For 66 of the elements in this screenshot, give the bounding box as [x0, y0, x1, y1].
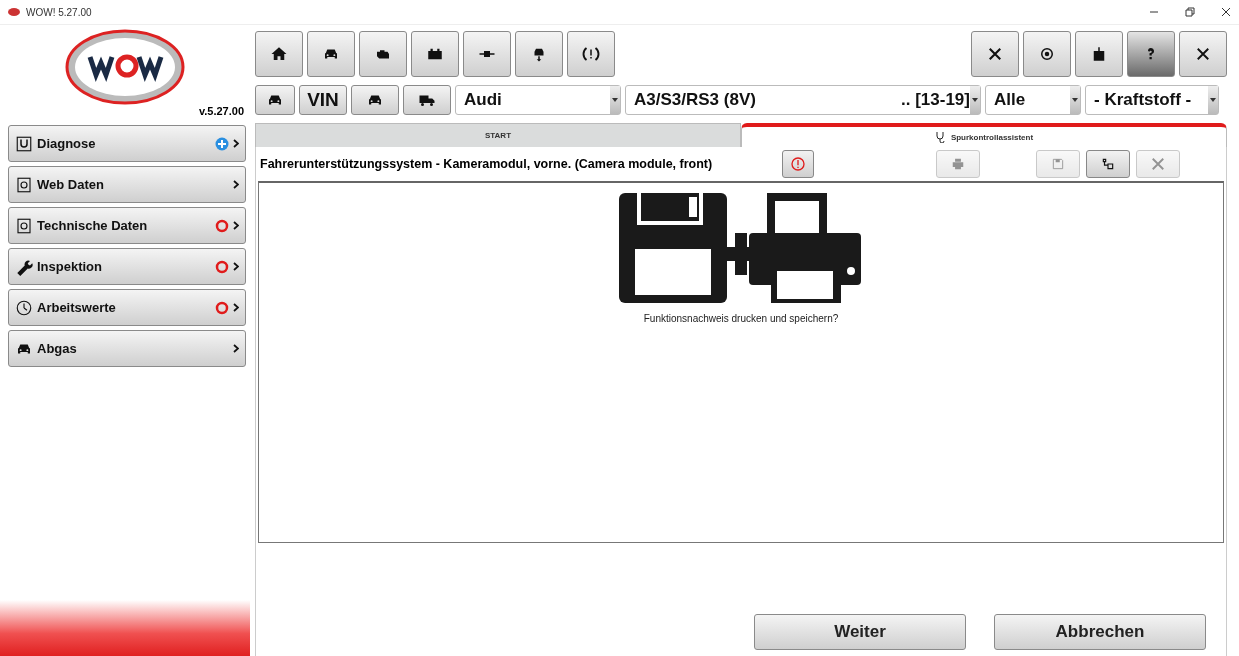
vin-button[interactable]: VIN: [299, 85, 347, 115]
ring-icon: [215, 300, 229, 315]
restore-icon[interactable]: [1185, 7, 1195, 17]
document-icon: [15, 175, 33, 194]
app-icon: [8, 8, 20, 16]
sensor-icon: [1038, 45, 1056, 63]
dialog-button[interactable]: Abbrechen: [994, 614, 1206, 650]
window-title: WOW! 5.27.00: [26, 6, 92, 18]
caret-icon: [1072, 98, 1078, 102]
sidebar-item[interactable]: Arbeitswerte: [8, 289, 246, 326]
vehicle-button[interactable]: [403, 85, 451, 115]
toolbar-button[interactable]: [307, 31, 355, 77]
action-button[interactable]: [782, 150, 815, 178]
version-label: v.5.27.00: [198, 105, 244, 117]
panel-title: Fahrerunterstützungssystem - Kameramodul, vorne. (Camera module, front): [260, 157, 713, 171]
chevron-icon: [233, 221, 239, 230]
floppy-icon: [1051, 157, 1066, 171]
toolbar-button[interactable]: [1075, 31, 1123, 77]
vehicle-button[interactable]: [351, 85, 399, 115]
ring-icon: [215, 259, 229, 274]
years-value: .. [13-19]: [901, 90, 970, 110]
chevron-icon: [233, 303, 239, 312]
toolbar-button[interactable]: [463, 31, 511, 77]
model-value: A3/S3/RS3 (8V): [634, 90, 757, 110]
chevron-icon: [233, 262, 239, 271]
tools-icon: [986, 45, 1004, 63]
chevron-icon: [233, 344, 239, 353]
info-icon: [790, 156, 807, 172]
toolbar-button[interactable]: [567, 31, 615, 77]
toolbar-button[interactable]: [255, 31, 303, 77]
dialog-button[interactable]: Weiter: [754, 614, 966, 650]
printer-icon: [951, 157, 966, 171]
toolbar-button[interactable]: [411, 31, 459, 77]
fuel-dropdown[interactable]: - Kraftstoff -: [1085, 85, 1219, 115]
vehicle-button[interactable]: [255, 85, 295, 115]
sidebar-item[interactable]: Inspektion: [8, 248, 246, 285]
toolbar-button[interactable]: [1023, 31, 1071, 77]
caret-icon: [972, 98, 978, 102]
toolbar-button[interactable]: [971, 31, 1019, 77]
close-icon: [1194, 45, 1212, 63]
toolbar-button[interactable]: [359, 31, 407, 77]
home-icon: [270, 45, 288, 63]
tree-icon: [1101, 157, 1116, 171]
sidebar-item[interactable]: Abgas: [8, 330, 246, 367]
plus-icon: [215, 136, 229, 151]
tab[interactable]: START: [255, 123, 741, 147]
chevron-icon: [233, 180, 239, 189]
ring-icon: [215, 218, 229, 233]
make-dropdown[interactable]: Audi: [455, 85, 621, 115]
sidebar-item[interactable]: Technische Daten: [8, 207, 246, 244]
question-text: Funktionsnachweis drucken und speichern?: [643, 313, 839, 324]
caret-icon: [1210, 98, 1216, 102]
toolbar-button[interactable]: [515, 31, 563, 77]
tire-pressure-icon: [582, 45, 600, 63]
variant-dropdown[interactable]: Alle: [985, 85, 1081, 115]
close-icon[interactable]: [1221, 7, 1231, 17]
clock-icon: [15, 298, 33, 317]
sidebar-item[interactable]: Diagnose: [8, 125, 246, 162]
document-icon: [15, 216, 33, 235]
caret-icon: [612, 98, 618, 102]
sidebar-item[interactable]: Web Daten: [8, 166, 246, 203]
model-dropdown[interactable]: A3/S3/RS3 (8V) .. [13-19]: [625, 85, 981, 115]
action-button[interactable]: [1086, 150, 1131, 178]
tab[interactable]: Spurkontrollassistent: [741, 123, 1227, 147]
toolbar-button[interactable]: [1179, 31, 1227, 77]
chevron-icon: [233, 139, 239, 148]
